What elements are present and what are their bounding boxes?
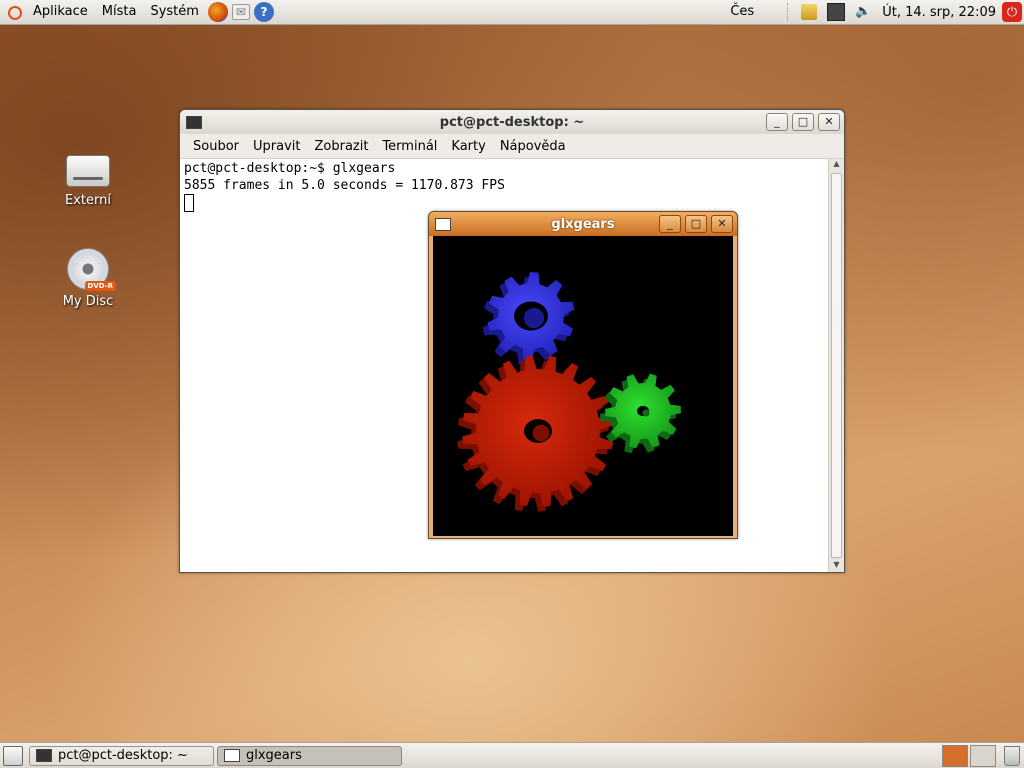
taskbar-item-terminal[interactable]: pct@pct-desktop: ~ [29,745,214,766]
text-cursor [184,194,194,212]
terminal-icon[interactable] [186,115,202,129]
maximize-button[interactable]: □ [685,215,707,233]
show-desktop-icon[interactable] [3,745,23,766]
menu-help[interactable]: Nápověda [493,139,573,154]
desktop-icon-label: Externí [65,193,111,208]
desktop-icon-external[interactable]: Externí [43,155,133,208]
drive-icon [66,155,110,187]
close-button[interactable]: ✕ [818,113,840,131]
taskbar-item-glxgears[interactable]: glxgears [217,745,402,766]
workspace-2[interactable] [970,744,996,767]
minimize-button[interactable]: _ [659,215,681,233]
panel-separator [787,3,790,21]
lock-icon[interactable] [801,4,818,20]
green-gear [600,373,681,454]
network-icon[interactable] [827,3,846,21]
scroll-down-icon[interactable]: ▼ [829,560,844,572]
menu-view[interactable]: Zobrazit [307,139,375,154]
maximize-button[interactable]: □ [792,113,814,131]
menu-tabs[interactable]: Karty [444,139,492,154]
menu-system[interactable]: Systém [143,0,205,24]
blue-gear [482,272,575,365]
desktop-icon-my-disc[interactable]: DVD-R My Disc [43,248,133,309]
firefox-icon[interactable] [207,2,228,22]
desktop-icon-label: My Disc [62,294,114,309]
dvd-badge: DVD-R [84,281,116,291]
help-icon[interactable]: ? [253,2,274,22]
trash-icon[interactable] [1004,745,1020,766]
terminal-line: 5855 frames in 5.0 seconds = 1170.873 FP… [184,178,505,193]
top-panel: Aplikace Místa Systém ✉ ? Čes 🔈 Út, 14. … [0,0,1024,25]
window-icon [224,749,240,762]
scroll-thumb[interactable] [831,173,842,558]
taskbar-item-label: pct@pct-desktop: ~ [58,748,188,763]
close-button[interactable]: ✕ [711,215,733,233]
dvd-icon: DVD-R [67,248,116,291]
gl-canvas[interactable] [433,236,733,536]
mail-icon[interactable]: ✉ [231,4,250,20]
glxgears-window[interactable]: glxgears _ □ ✕ [428,211,738,539]
terminal-menubar: Soubor Upravit Zobrazit Terminál Karty N… [180,134,844,159]
menu-edit[interactable]: Upravit [246,139,307,154]
keyboard-layout-indicator[interactable]: Čes [723,0,761,24]
gears-render [457,272,681,512]
menu-file[interactable]: Soubor [186,139,246,154]
terminal-scrollbar[interactable]: ▲ ▼ [828,159,844,572]
power-icon[interactable]: ⏻ [1002,2,1022,22]
clock[interactable]: Út, 14. srp, 22:09 [876,5,1002,20]
window-title: pct@pct-desktop: ~ [439,114,585,130]
glxgears-titlebar[interactable]: glxgears _ □ ✕ [429,212,737,236]
workspace-1[interactable] [942,744,968,767]
terminal-titlebar[interactable]: pct@pct-desktop: ~ _ □ ✕ [180,110,844,134]
bottom-panel: pct@pct-desktop: ~ glxgears [0,742,1024,768]
ubuntu-logo-icon[interactable] [6,4,22,20]
scroll-up-icon[interactable]: ▲ [829,159,844,171]
window-icon[interactable] [435,217,451,231]
red-gear [457,355,614,512]
menu-applications[interactable]: Aplikace [26,0,95,24]
terminal-line: pct@pct-desktop:~$ glxgears [184,161,396,176]
taskbar-item-label: glxgears [246,748,302,763]
menu-terminal[interactable]: Terminál [375,139,444,154]
terminal-icon [36,749,52,762]
minimize-button[interactable]: _ [766,113,788,131]
menu-places[interactable]: Místa [95,0,144,24]
volume-icon[interactable]: 🔈 [855,4,871,20]
